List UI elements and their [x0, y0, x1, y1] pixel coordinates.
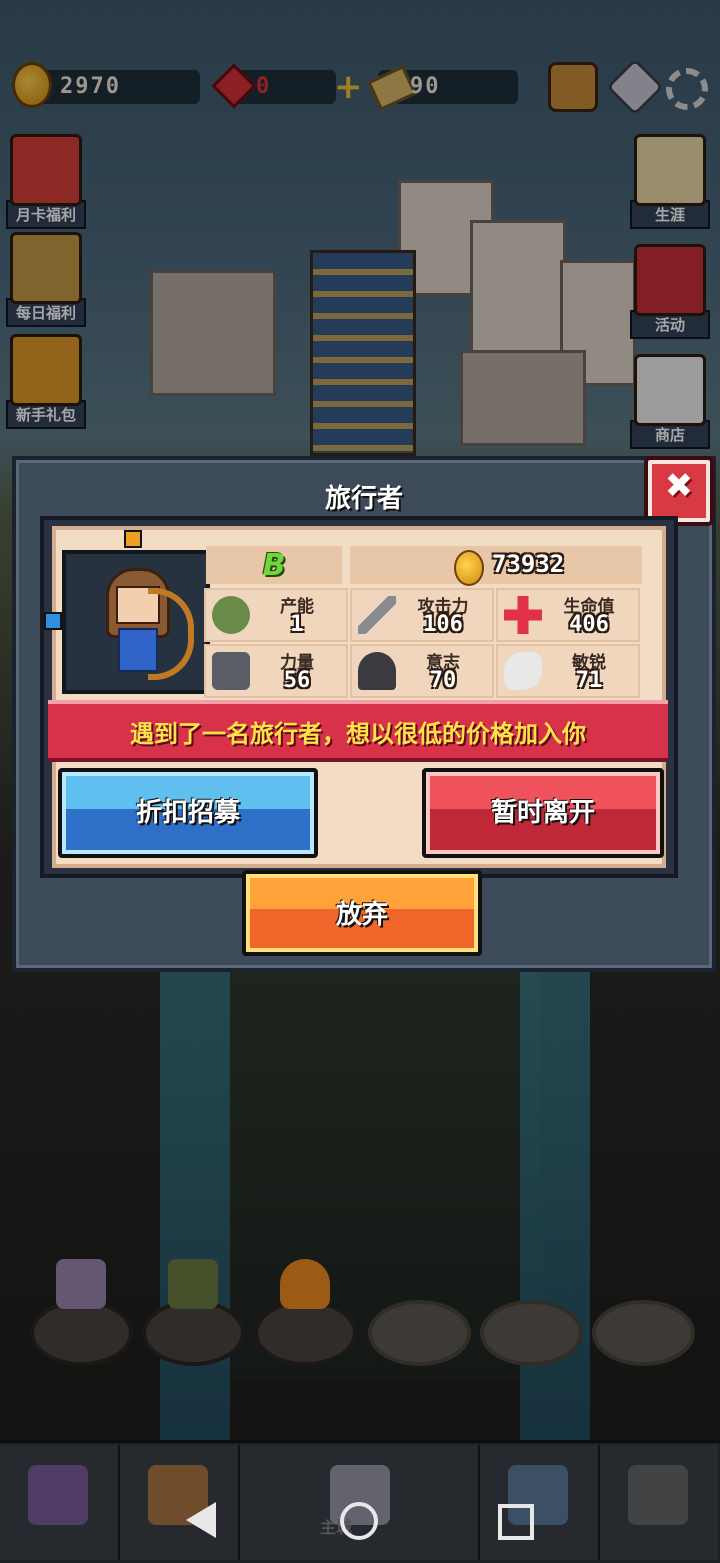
stat-value: 71	[575, 668, 603, 693]
stat-value: 406	[569, 612, 609, 637]
rank-cell: B	[206, 546, 342, 584]
hero-rank: B	[262, 548, 286, 583]
helmet-icon	[28, 1465, 88, 1525]
tab-locked[interactable]	[600, 1445, 718, 1560]
stat-value: 106	[423, 612, 463, 637]
anvil-icon	[212, 652, 250, 690]
leave-temporarily-button[interactable]: 暂时离开	[422, 768, 664, 858]
button-label: 暂时离开	[490, 798, 595, 828]
selection-handle	[44, 612, 62, 630]
health-cross-icon	[504, 596, 542, 634]
encounter-message-banner: 遇到了一名旅行者，想以很低的价格加入你	[48, 700, 668, 762]
button-label: 折扣招募	[135, 798, 240, 828]
discount-recruit-button[interactable]: 折扣招募	[58, 768, 318, 858]
system-back-icon[interactable]	[186, 1502, 216, 1538]
stat-hp: 生命值 406	[496, 588, 640, 642]
hero-portrait-frame[interactable]	[62, 550, 210, 694]
system-home-icon[interactable]	[340, 1502, 378, 1540]
statue-icon	[358, 652, 396, 690]
stat-will: 意志 70	[350, 644, 494, 698]
stat-value: 56	[283, 668, 311, 693]
stat-attack: 攻击力 106	[350, 588, 494, 642]
wings-icon	[504, 652, 542, 690]
hero-portrait	[86, 566, 194, 680]
price-cell: 73932	[350, 546, 642, 586]
stat-value: 70	[429, 668, 457, 693]
tab-battle[interactable]	[480, 1445, 600, 1560]
encounter-message: 遇到了一名旅行者，想以很低的价格加入你	[130, 720, 586, 748]
stat-value: 1	[290, 612, 304, 637]
sword-icon	[358, 596, 396, 634]
selection-handle	[124, 530, 142, 548]
close-icon: ✖	[664, 466, 694, 506]
system-recent-apps-icon[interactable]	[498, 1504, 534, 1540]
tab-tavern[interactable]	[120, 1445, 240, 1560]
coin-icon	[454, 550, 484, 586]
worker-icon	[212, 596, 250, 634]
bow-icon	[148, 588, 194, 680]
hero-price: 73932	[492, 550, 565, 578]
abandon-button[interactable]: 放弃	[242, 870, 482, 956]
lock-icon	[628, 1465, 688, 1525]
tab-heroes[interactable]	[0, 1445, 120, 1560]
stat-agility: 敏锐 71	[496, 644, 640, 698]
dialog-title: 旅行者	[324, 484, 403, 514]
stat-productivity: 产能 1	[204, 588, 348, 642]
stat-strength: 力量 56	[204, 644, 348, 698]
button-label: 放弃	[335, 900, 388, 930]
